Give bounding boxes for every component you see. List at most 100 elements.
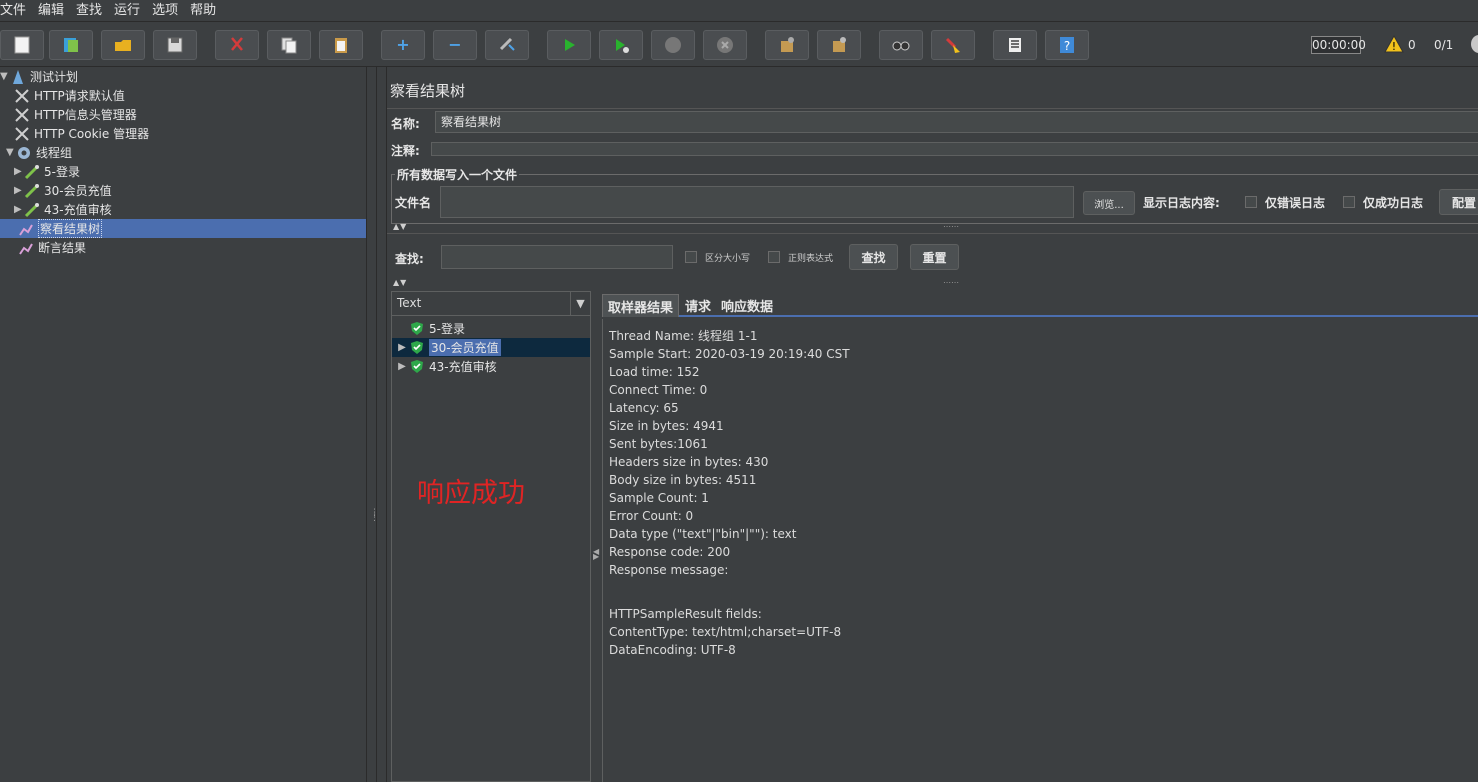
chart-icon [18,221,34,237]
broom-icon [945,37,960,53]
broom-all-icon [833,37,846,52]
results-splitter[interactable]: ◀ ▶ [592,291,601,782]
toggle-button[interactable] [485,30,529,60]
expand-arrow-icon[interactable]: ▶ [14,204,24,215]
function-helper-button[interactable] [993,30,1037,60]
search-input[interactable] [441,245,673,269]
name-field[interactable]: 察看结果树 [435,111,1478,133]
detail-line: Headers size in bytes: 430 [609,455,769,469]
menu-file[interactable]: 文件 [0,0,32,22]
menu-run[interactable]: 运行 [108,0,146,22]
detail-line: HTTPSampleResult fields: [609,607,762,621]
search-button[interactable] [879,30,923,60]
result-item-recharge[interactable]: ▶ 30-会员充值 [392,338,590,357]
collapse-arrow-icon[interactable]: ▼ [6,147,16,158]
open-button[interactable] [101,30,145,60]
collapse-button[interactable]: − [433,30,477,60]
tree-node-view-results-tree[interactable]: 察看结果树 [0,219,366,238]
dropdown-arrow-icon[interactable]: ▼ [570,292,590,315]
errors-only-checkbox[interactable] [1245,196,1257,208]
paste-button[interactable] [319,30,363,60]
menu-help[interactable]: 帮助 [184,0,222,22]
scissors-icon [231,37,243,51]
save-button[interactable] [153,30,197,60]
collapse-panel-arrows-icon[interactable]: ▲▼ [393,222,407,231]
result-item-login[interactable]: 5-登录 [392,319,590,338]
tree-node-http-defaults[interactable]: HTTP请求默认值 [14,86,125,105]
collapse-panel-arrows-icon[interactable]: ▲▼ [393,278,407,287]
new-button[interactable] [0,30,44,60]
collapse-arrow-icon[interactable]: ▼ [0,71,10,82]
tree-node-login[interactable]: ▶ 5-登录 [14,162,80,181]
splitter-dots-icon[interactable]: ⋯⋯ [943,222,959,231]
result-item-label: 30-会员充值 [429,339,501,356]
configure-button[interactable]: 配置 [1439,189,1478,215]
find-button[interactable]: 查找 [849,244,898,270]
templates-button[interactable] [49,30,93,60]
copy-button[interactable] [267,30,311,60]
detail-line: Sent bytes:1061 [609,437,708,451]
pipette-icon [24,164,40,180]
tree-node-label: 断言结果 [38,241,87,255]
tree-node-label: 30-会员充值 [44,184,112,198]
reset-search-button[interactable] [931,30,975,60]
tab-sampler-result[interactable]: 取样器结果 [602,294,680,317]
tree-node-thread-group[interactable]: ▼ 线程组 [6,143,72,162]
tab-response-data[interactable]: 响应数据 [716,294,778,317]
cut-button[interactable] [215,30,259,60]
tree-node-recharge-audit[interactable]: ▶ 43-充值审核 [14,200,112,219]
splitter-dots-icon[interactable]: ⋯⋯ [943,278,959,287]
tree-node-assertion-results[interactable]: 断言结果 [18,238,86,257]
tree-node-label: 测试计划 [30,70,79,84]
menu-search[interactable]: 查找 [70,0,108,22]
result-item-recharge-audit[interactable]: ▶ 43-充值审核 [392,357,590,376]
stop-icon [665,37,681,53]
shutdown-icon [717,37,733,53]
start-button[interactable] [547,30,591,60]
expand-arrow-icon[interactable]: ▶ [395,361,409,372]
detail-line: Response message: [609,563,729,577]
tree-node-label: HTTP请求默认值 [34,89,125,103]
menu-options[interactable]: 选项 [146,0,184,22]
results-list: Text ▼ 5-登录 ▶ 30-会员充值 ▶ 43-充值审核 [391,291,591,782]
shutdown-button[interactable] [703,30,747,60]
splitter-grip-icon: ⋮ ⋮ [370,508,379,523]
filename-input[interactable] [440,186,1074,218]
clear-button[interactable] [765,30,809,60]
reset-button[interactable]: 重置 [910,244,959,270]
view-results-tree-panel: 察看结果树 名称: 察看结果树 注释: 所有数据写入一个文件 文件名 浏览...… [386,67,1478,782]
start-no-pauses-button[interactable] [599,30,643,60]
expand-arrow-icon[interactable]: ▶ [395,342,409,353]
tree-node-test-plan[interactable]: ▼ 测试计划 [0,67,78,86]
pipette-icon [24,202,40,218]
wrench-icon [14,88,30,104]
detail-line: ContentType: text/html;charset=UTF-8 [609,625,842,639]
menu-edit[interactable]: 编辑 [32,0,70,22]
detail-line: Connect Time: 0 [609,383,708,397]
tree-node-cookie-manager[interactable]: HTTP Cookie 管理器 [14,124,149,143]
expand-arrow-icon[interactable]: ▶ [14,166,24,177]
tree-node-label: HTTP Cookie 管理器 [34,127,150,141]
help-icon: ? [1060,37,1074,53]
expand-arrow-icon[interactable]: ▶ [14,185,24,196]
main-splitter[interactable]: ⋮ ⋮ [366,67,379,782]
clear-all-button[interactable] [817,30,861,60]
help-button[interactable]: ? [1045,30,1089,60]
comment-field[interactable] [431,142,1478,156]
tree-node-recharge[interactable]: ▶ 30-会员充值 [14,181,112,200]
stop-button[interactable] [651,30,695,60]
success-only-checkbox[interactable] [1343,196,1355,208]
warning-icon[interactable]: ! [1384,34,1404,54]
regex-checkbox[interactable] [768,251,780,263]
browse-button[interactable]: 浏览... [1083,191,1135,215]
detail-line: Data type ("text"|"bin"|""): text [609,527,797,541]
renderer-value: Text [397,296,422,310]
tree-node-header-manager[interactable]: HTTP信息头管理器 [14,105,137,124]
save-icon [167,37,183,53]
tab-request[interactable]: 请求 [680,294,716,317]
case-sensitive-checkbox[interactable] [685,251,697,263]
wrench-icon [14,107,30,123]
expand-button[interactable]: + [381,30,425,60]
wrench-icon [14,126,30,142]
renderer-select[interactable]: Text ▼ [392,292,590,316]
